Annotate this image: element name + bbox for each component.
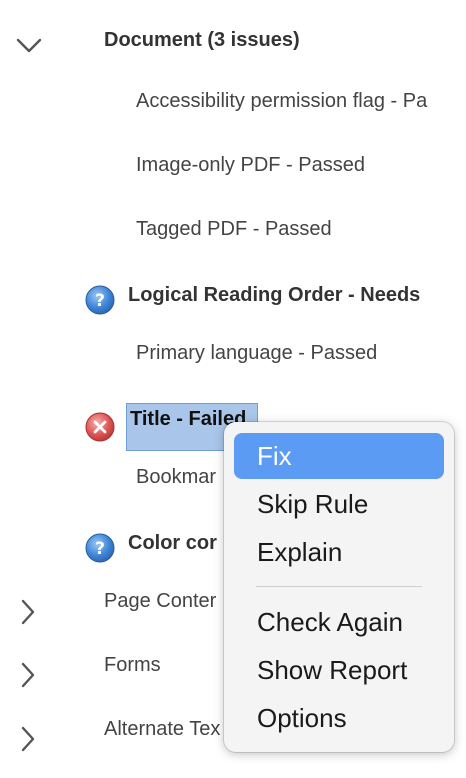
chevron-right-icon[interactable]: [20, 726, 36, 752]
context-menu: Fix Skip Rule Explain Check Again Show R…: [224, 422, 454, 752]
question-icon: ?: [85, 285, 115, 315]
chevron-right-icon[interactable]: [20, 662, 36, 688]
list-item-primary-language[interactable]: Primary language - Passed: [136, 341, 377, 365]
list-item-logical-reading-order[interactable]: Logical Reading Order - Needs: [128, 283, 420, 307]
section-page-content[interactable]: Page Conter: [104, 589, 216, 613]
chevron-down-icon[interactable]: [16, 38, 42, 54]
chevron-right-icon[interactable]: [20, 599, 36, 625]
menu-item-skip-rule[interactable]: Skip Rule: [234, 481, 444, 527]
menu-item-options[interactable]: Options: [234, 695, 444, 741]
list-item-color-contrast[interactable]: Color cor: [128, 531, 217, 555]
section-forms[interactable]: Forms: [104, 653, 161, 677]
document-header[interactable]: Document (3 issues): [104, 28, 300, 52]
list-item-accessibility-flag[interactable]: Accessibility permission flag - Pa: [136, 89, 427, 113]
list-item-image-only-pdf[interactable]: Image-only PDF - Passed: [136, 153, 365, 177]
menu-item-show-report[interactable]: Show Report: [234, 647, 444, 693]
svg-text:?: ?: [95, 539, 105, 559]
menu-item-fix[interactable]: Fix: [234, 433, 444, 479]
list-item-bookmarks[interactable]: Bookmar: [136, 465, 216, 489]
error-x-icon: [85, 412, 115, 442]
section-alternate-text[interactable]: Alternate Tex: [104, 717, 220, 741]
question-icon: ?: [85, 533, 115, 563]
svg-text:?: ?: [95, 291, 105, 311]
menu-separator: [256, 586, 422, 587]
menu-item-explain[interactable]: Explain: [234, 529, 444, 575]
menu-item-check-again[interactable]: Check Again: [234, 599, 444, 645]
list-item-tagged-pdf[interactable]: Tagged PDF - Passed: [136, 217, 332, 241]
